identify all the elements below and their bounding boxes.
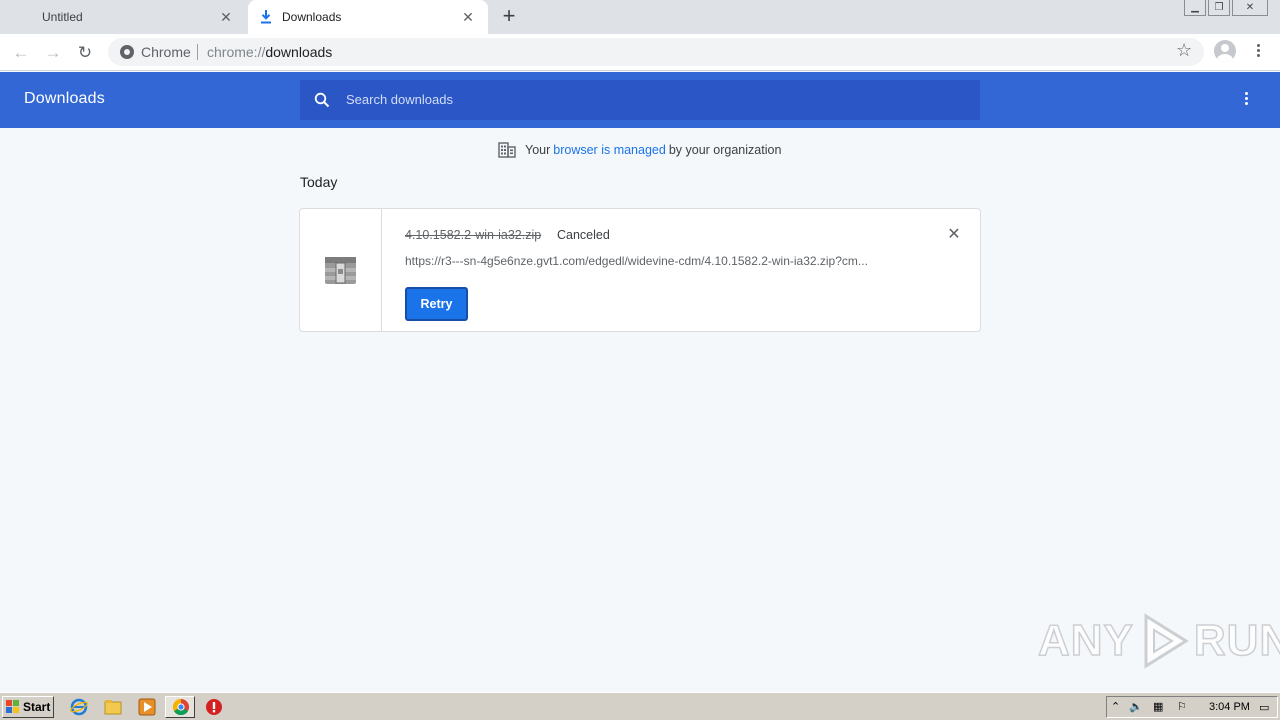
play-logo-icon	[1144, 613, 1189, 669]
back-arrow-icon[interactable]: ←	[10, 42, 32, 64]
file-name[interactable]: 4.10.1582.2-win-ia32.zip	[405, 228, 541, 242]
page-title: Downloads	[24, 90, 105, 107]
search-downloads-field[interactable]: Search downloads	[300, 80, 980, 120]
date-group-label: Today	[300, 174, 338, 190]
show-desktop-icon[interactable]: ▭	[1259, 701, 1269, 714]
download-icon	[261, 10, 271, 24]
chrome-icon	[172, 698, 189, 716]
managed-suffix: by your organization	[668, 143, 782, 157]
profile-avatar-icon[interactable]	[1214, 40, 1236, 62]
zip-archive-icon	[325, 257, 356, 284]
tab-downloads[interactable]: Downloads ✕	[248, 0, 488, 34]
building-icon	[498, 142, 516, 158]
search-icon	[314, 92, 330, 108]
browser-menu-icon[interactable]	[1250, 42, 1266, 62]
start-label: Start	[23, 700, 51, 714]
volume-icon[interactable]: 🔈	[1129, 700, 1143, 713]
forward-arrow-icon[interactable]: →	[42, 42, 64, 64]
download-item: 4.10.1582.2-win-ia32.zip Canceled https:…	[299, 208, 981, 332]
managed-prefix: Your	[525, 143, 551, 157]
managed-link[interactable]: browser is managed	[553, 143, 666, 157]
tab-title: Untitled	[42, 10, 83, 24]
windows-taskbar: Start ⌃ 🔈 ▦ ⚐ 3:04 PM ▭	[0, 692, 1280, 720]
windows-logo-icon	[6, 700, 19, 713]
address-bar[interactable]: Chrome chrome://downloads	[108, 38, 1204, 66]
downloads-menu-icon[interactable]	[1238, 90, 1254, 110]
taskbar-clock[interactable]: 3:04 PM	[1209, 701, 1250, 713]
anyrun-watermark: ANY RUN	[1037, 612, 1280, 670]
omnibox-separator	[197, 44, 198, 60]
restore-button[interactable]: ❐	[1208, 0, 1230, 16]
source-url-link[interactable]: https://r3---sn-4g5e6nze.gvt1.com/edgedl…	[405, 254, 905, 268]
tab-close-icon[interactable]: ✕	[218, 9, 234, 25]
tab-untitled[interactable]: Untitled ✕	[0, 0, 246, 34]
downloads-header: Downloads Search downloads	[0, 72, 1280, 128]
file-icon-column	[300, 209, 382, 331]
start-button[interactable]: Start	[2, 696, 54, 718]
managed-notice: Your browser is managed by your organiza…	[498, 141, 781, 159]
url-path: downloads	[265, 44, 333, 60]
show-hidden-icons-icon[interactable]: ⌃	[1111, 700, 1120, 713]
retry-button[interactable]: Retry	[405, 287, 468, 321]
system-tray: ⌃ 🔈 ▦ ⚐ 3:04 PM ▭	[1106, 696, 1278, 718]
media-player-icon[interactable]	[138, 698, 156, 716]
remove-item-close-icon[interactable]: ✕	[946, 227, 962, 243]
new-tab-button[interactable]: +	[498, 5, 520, 28]
watermark-right: RUN	[1193, 615, 1280, 666]
close-window-button[interactable]: ✕	[1232, 0, 1268, 16]
tab-close-icon[interactable]: ✕	[460, 9, 476, 25]
tab-title: Downloads	[282, 10, 342, 24]
url-scheme: chrome://	[207, 44, 266, 60]
bookmark-star-icon[interactable]: ☆	[1176, 40, 1192, 61]
browser-toolbar: ← → ↻ Chrome chrome://downloads ☆	[0, 34, 1280, 71]
chrome-icon	[120, 45, 134, 59]
internet-explorer-icon[interactable]	[70, 698, 88, 716]
watermark-left: ANY	[1037, 615, 1134, 666]
reload-icon[interactable]: ↻	[74, 42, 96, 64]
download-status: Canceled	[557, 228, 610, 242]
site-name: Chrome	[141, 44, 191, 60]
action-center-flag-icon[interactable]: ⚐	[1177, 700, 1187, 713]
minimize-button[interactable]: ▁	[1184, 0, 1206, 16]
chrome-taskbar-button[interactable]	[165, 696, 195, 718]
search-placeholder: Search downloads	[346, 92, 453, 107]
network-icon[interactable]: ▦	[1153, 700, 1163, 713]
tab-strip: Untitled ✕ Downloads ✕ + ▁ ❐ ✕	[0, 0, 1280, 34]
stop-alert-icon[interactable]	[205, 698, 223, 716]
url-text: chrome://downloads	[207, 44, 332, 60]
file-explorer-icon[interactable]	[104, 698, 122, 716]
